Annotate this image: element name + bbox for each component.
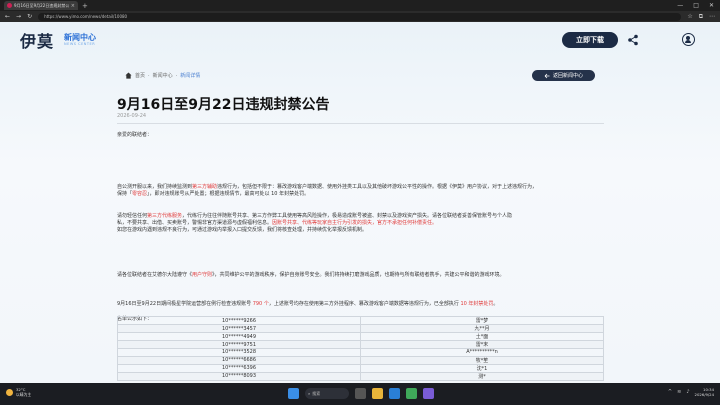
breadcrumb-current: 新闻详情 bbox=[180, 73, 201, 79]
window-controls: — □ ✕ bbox=[677, 2, 720, 9]
tab-title: 9月16日至9月22日违规封禁公告 bbox=[14, 2, 69, 8]
account-id-cell: 10******3528 bbox=[117, 348, 361, 357]
breadcrumb: 首页 · 新闻中心 · 新闻详情 bbox=[125, 72, 200, 79]
start-windows-icon[interactable] bbox=[288, 388, 299, 399]
clock[interactable]: 10:34 2026/9/24 bbox=[695, 387, 714, 397]
share-icon[interactable] bbox=[627, 34, 639, 46]
table-row: 10******3528 A**********n bbox=[117, 348, 604, 357]
browser-tab-bar: 9月16日至9月22日违规封禁公告 × + — □ ✕ bbox=[0, 0, 720, 11]
reload-icon[interactable]: ↻ bbox=[27, 13, 32, 20]
account-id-cell: 10******6396 bbox=[117, 363, 361, 373]
sun-icon bbox=[6, 389, 13, 396]
extensions-icon[interactable]: ⧉ bbox=[699, 13, 703, 21]
table-row: 10******9266 雷*梦 bbox=[117, 316, 604, 325]
minimize-button[interactable]: — bbox=[677, 2, 683, 9]
site-logo[interactable]: 伊莫 bbox=[20, 28, 54, 52]
browser-address-bar: ← → ↻ https://www.yimo.com/news/detail/1… bbox=[0, 11, 720, 22]
volume-icon[interactable]: ♪ bbox=[686, 389, 689, 395]
table-row: 10******6686 牧*笙 bbox=[117, 355, 604, 365]
account-id-cell: 10******6686 bbox=[117, 355, 361, 365]
new-tab-button[interactable]: + bbox=[82, 2, 88, 10]
maximize-button[interactable]: □ bbox=[693, 2, 699, 9]
bookmark-star-icon[interactable]: ☆ bbox=[687, 13, 692, 21]
download-button[interactable]: 立即下载 bbox=[562, 32, 618, 48]
back-arrow-icon[interactable]: ← bbox=[5, 13, 10, 20]
app-icon[interactable] bbox=[423, 388, 434, 399]
back-to-news-button[interactable]: 返回新闻中心 bbox=[532, 70, 595, 81]
user-rules-link[interactable]: 用户守则 bbox=[192, 272, 212, 278]
account-id-cell: 10******9751 bbox=[117, 340, 361, 349]
article-title: 9月16日至9月22日违规封禁公告 bbox=[117, 97, 330, 113]
paragraph-1: 自公测开服以来，我们持续监测到第三方辅助违规行为，包括但不限于：篡改游戏客户端数… bbox=[117, 184, 538, 197]
paragraph-4: 9月16日至9月22日期间极星学院运营部在例行检查违规账号 790 个，上述账号… bbox=[117, 301, 499, 307]
search-icon: ⌕ bbox=[308, 391, 311, 396]
paragraph-3: 请各位联结者在艾德尔大陆遵守《用户守则》，共同维护公平的游戏秩序，保护自身账号安… bbox=[117, 272, 505, 278]
account-id-cell: 10******8093 bbox=[117, 371, 361, 381]
browser-menu-icon[interactable]: ⋯ bbox=[709, 13, 715, 21]
player-name-cell: 雷*末 bbox=[360, 340, 604, 349]
forward-arrow-icon[interactable]: → bbox=[16, 13, 21, 20]
player-name-cell: 九**月 bbox=[360, 324, 604, 333]
home-icon[interactable] bbox=[125, 72, 132, 79]
close-window-button[interactable]: ✕ bbox=[709, 2, 714, 9]
greeting: 亲爱的联结者： bbox=[117, 132, 153, 138]
user-account-icon[interactable] bbox=[682, 33, 695, 46]
edge-browser-icon[interactable] bbox=[389, 388, 400, 399]
account-id-cell: 10******9266 bbox=[117, 316, 361, 325]
tab-close-icon[interactable]: × bbox=[71, 3, 75, 9]
system-tray: ^ ≋ ♪ 10:34 2026/9/24 bbox=[668, 387, 714, 397]
player-name-cell: 牧*笙 bbox=[360, 355, 604, 365]
taskbar-apps: ⌕ 搜索 bbox=[288, 388, 434, 399]
breadcrumb-home[interactable]: 首页 bbox=[135, 72, 145, 79]
return-icon bbox=[544, 73, 550, 78]
chevron-up-icon[interactable]: ^ bbox=[668, 389, 672, 395]
paragraph-2: 请勿轻信任何第三方代练服务，代练行为往往伴随账号共享、第三方作弊工具使用等高风险… bbox=[117, 213, 513, 233]
weather-widget[interactable]: 32°C 以晴为主 bbox=[6, 387, 31, 397]
chrome-browser-icon[interactable] bbox=[406, 388, 417, 399]
wifi-icon[interactable]: ≋ bbox=[677, 389, 681, 395]
table-row: 10******6396 沈*1 bbox=[117, 363, 604, 373]
taskbar-search[interactable]: ⌕ 搜索 bbox=[305, 388, 349, 399]
url-field[interactable]: https://www.yimo.com/news/detail/10080 bbox=[38, 12, 682, 21]
title-divider bbox=[117, 123, 604, 124]
account-id-cell: 10******4949 bbox=[117, 332, 361, 341]
site-favicon-icon bbox=[7, 3, 12, 8]
player-name-cell: 雷*梦 bbox=[360, 316, 604, 325]
player-name-cell: 测* bbox=[360, 371, 604, 381]
table-row: 10******3457 九**月 bbox=[117, 324, 604, 333]
file-explorer-icon[interactable] bbox=[372, 388, 383, 399]
breadcrumb-news-center[interactable]: 新闻中心 bbox=[153, 72, 173, 79]
table-row: 10******9751 雷*末 bbox=[117, 340, 604, 349]
browser-tab[interactable]: 9月16日至9月22日违规封禁公告 × bbox=[4, 1, 78, 10]
windows-taskbar: 32°C 以晴为主 ⌕ 搜索 ^ ≋ ♪ 10:34 2026/9/24 bbox=[0, 383, 720, 405]
banned-list-table: 10******9266 雷*梦 10******3457 九**月 10******4… bbox=[117, 316, 604, 381]
news-center-label: 新闻中心 NEWS CENTER bbox=[64, 32, 97, 46]
task-view-icon[interactable] bbox=[355, 388, 366, 399]
table-row: 10******8093 测* bbox=[117, 371, 604, 381]
player-name-cell: 土*面 bbox=[360, 332, 604, 341]
player-name-cell: 沈*1 bbox=[360, 363, 604, 373]
player-name-cell: A**********n bbox=[360, 348, 604, 357]
account-id-cell: 10******3457 bbox=[117, 324, 361, 333]
table-row: 10******4949 土*面 bbox=[117, 332, 604, 341]
article-date: 2026-09-24 bbox=[117, 113, 147, 119]
